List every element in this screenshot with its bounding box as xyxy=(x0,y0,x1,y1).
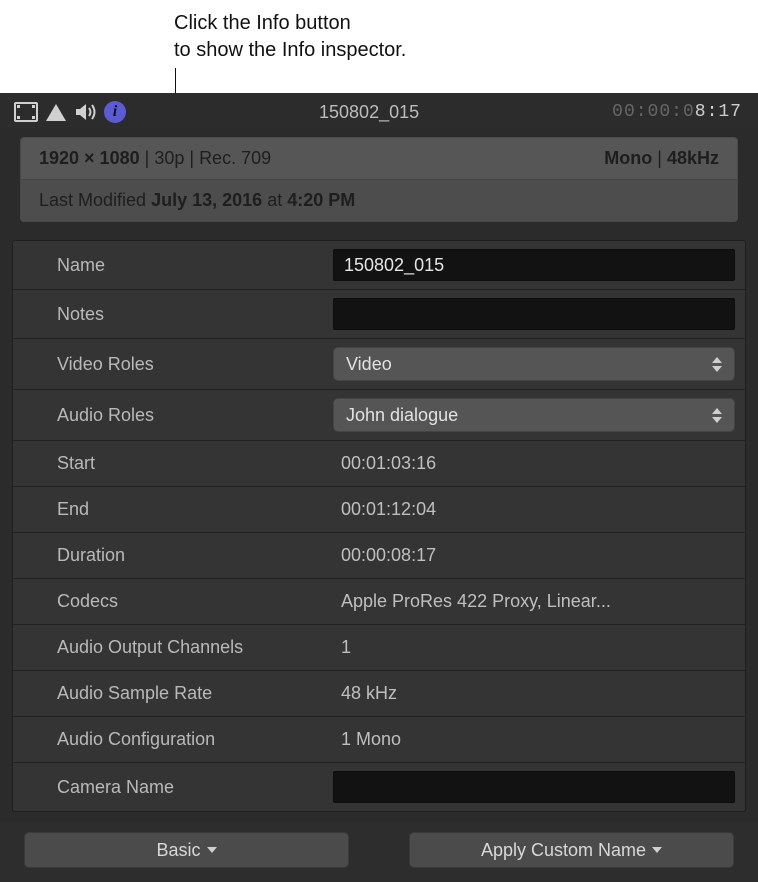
timecode-display: 00:00:08:17 xyxy=(612,102,742,122)
apply-custom-name-button[interactable]: Apply Custom Name xyxy=(409,832,734,868)
timecode-dim: 00:00:0 xyxy=(612,102,695,122)
info-inspector-panel: i 150802_015 00:00:08:17 1920 × 1080 | 3… xyxy=(0,93,758,882)
field-label: Camera Name xyxy=(23,777,333,798)
clip-title: 150802_015 xyxy=(126,102,612,123)
chevron-updown-icon xyxy=(712,408,722,423)
clip-format-summary: 1920 × 1080 | 30p | Rec. 709 Mono | 48kH… xyxy=(20,137,738,222)
dropdown-value: Video xyxy=(346,354,392,375)
button-label: Basic xyxy=(156,840,200,861)
timecode-bright: 8:17 xyxy=(695,102,742,122)
metadata-fields: Name Notes Video Roles Video Audio Roles xyxy=(12,240,746,812)
video-format: 1920 × 1080 | 30p | Rec. 709 xyxy=(39,148,604,169)
field-label: Duration xyxy=(23,545,333,566)
field-label: Video Roles xyxy=(23,354,333,375)
field-label: Audio Sample Rate xyxy=(23,683,333,704)
inspector-header: i 150802_015 00:00:08:17 xyxy=(0,93,758,129)
inspector-footer: Basic Apply Custom Name xyxy=(0,822,758,882)
field-label: Name xyxy=(23,255,333,276)
metadata-view-button[interactable]: Basic xyxy=(24,832,349,868)
field-label: Notes xyxy=(23,304,333,325)
camera-name-input[interactable] xyxy=(333,771,735,803)
end-value: 00:01:12:04 xyxy=(333,499,735,520)
audio-inspector-icon[interactable] xyxy=(74,102,98,122)
duration-value: 00:00:08:17 xyxy=(333,545,735,566)
callout-pointer-line xyxy=(0,68,758,93)
field-codecs: Codecs Apple ProRes 422 Proxy, Linear... xyxy=(13,578,745,624)
dropdown-value: John dialogue xyxy=(346,405,458,426)
field-end: End 00:01:12:04 xyxy=(13,486,745,532)
video-roles-dropdown[interactable]: Video xyxy=(333,347,735,381)
callout-text-line2: to show the Info inspector. xyxy=(174,37,758,64)
audio-output-channels-value: 1 xyxy=(333,637,735,658)
notes-input[interactable] xyxy=(333,298,735,330)
field-start: Start 00:01:03:16 xyxy=(13,440,745,486)
field-video-roles: Video Roles Video xyxy=(13,338,745,389)
field-notes: Notes xyxy=(13,289,745,338)
audio-configuration-value: 1 Mono xyxy=(333,729,735,750)
info-inspector-icon[interactable]: i xyxy=(104,101,126,123)
field-name: Name xyxy=(13,241,745,289)
chevron-down-icon xyxy=(207,847,217,853)
start-value: 00:01:03:16 xyxy=(333,453,735,474)
callout-annotation: Click the Info button to show the Info i… xyxy=(0,0,758,68)
chevron-down-icon xyxy=(652,847,662,853)
field-label: End xyxy=(23,499,333,520)
field-audio-roles: Audio Roles John dialogue xyxy=(13,389,745,440)
last-modified: Last Modified July 13, 2016 at 4:20 PM xyxy=(21,179,737,221)
field-label: Audio Configuration xyxy=(23,729,333,750)
button-label: Apply Custom Name xyxy=(481,840,646,861)
field-audio-configuration: Audio Configuration 1 Mono xyxy=(13,716,745,762)
field-label: Start xyxy=(23,453,333,474)
effects-inspector-icon[interactable] xyxy=(44,101,68,123)
field-label: Audio Roles xyxy=(23,405,333,426)
audio-format: Mono | 48kHz xyxy=(604,148,719,169)
audio-roles-dropdown[interactable]: John dialogue xyxy=(333,398,735,432)
field-audio-sample-rate: Audio Sample Rate 48 kHz xyxy=(13,670,745,716)
field-audio-output-channels: Audio Output Channels 1 xyxy=(13,624,745,670)
codecs-value: Apple ProRes 422 Proxy, Linear... xyxy=(333,591,735,612)
name-input[interactable] xyxy=(333,249,735,281)
callout-text-line1: Click the Info button xyxy=(174,10,758,37)
chevron-updown-icon xyxy=(712,357,722,372)
field-duration: Duration 00:00:08:17 xyxy=(13,532,745,578)
field-label: Codecs xyxy=(23,591,333,612)
field-camera-name: Camera Name xyxy=(13,762,745,811)
video-inspector-icon[interactable] xyxy=(14,102,38,122)
field-label: Audio Output Channels xyxy=(23,637,333,658)
audio-sample-rate-value: 48 kHz xyxy=(333,683,735,704)
